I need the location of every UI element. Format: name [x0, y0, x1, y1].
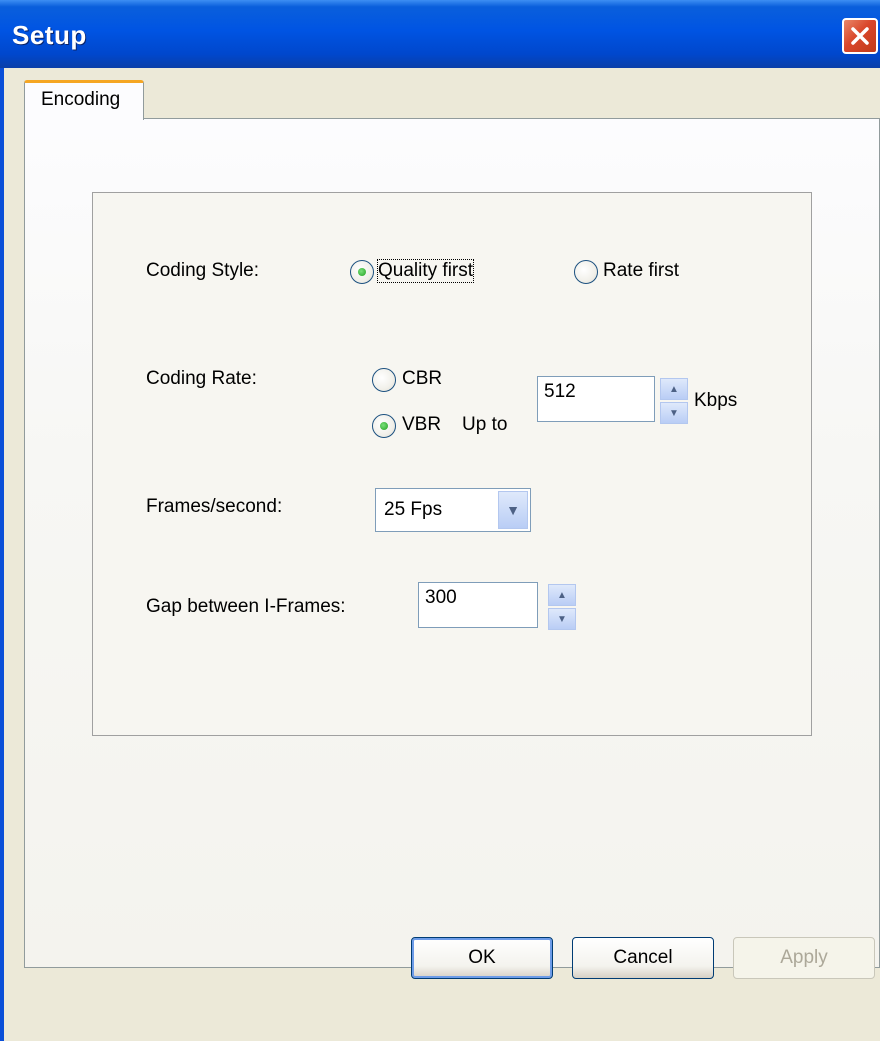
gap-input[interactable]: 300 — [418, 582, 538, 628]
chevron-down-icon: ▼ — [506, 502, 520, 518]
coding-style-label: Coding Style: — [146, 260, 259, 282]
radio-rate-first-label[interactable]: Rate first — [603, 260, 679, 282]
up-to-label: Up to — [462, 414, 508, 435]
radio-vbr-label[interactable]: VBR — [402, 414, 441, 436]
tab-label: Encoding — [41, 89, 121, 110]
chevron-down-icon[interactable]: ▼ — [548, 608, 576, 630]
dropdown-button[interactable]: ▼ — [498, 491, 528, 529]
gap-spinner[interactable]: ▲ ▼ — [548, 584, 576, 630]
radio-vbr[interactable] — [372, 414, 396, 438]
coding-rate-label: Coding Rate: — [146, 368, 257, 389]
close-button[interactable] — [842, 18, 878, 54]
radio-quality-first-label[interactable]: Quality first — [376, 259, 475, 283]
cancel-button[interactable]: Cancel — [572, 937, 714, 979]
chevron-up-icon[interactable]: ▲ — [660, 378, 688, 400]
bitrate-spinner[interactable]: ▲ ▼ — [660, 378, 688, 424]
coding-style-label-text: Coding Style: — [146, 260, 260, 281]
bitrate-input[interactable]: 512 — [537, 376, 655, 422]
radio-cbr[interactable] — [372, 368, 396, 392]
frames-label: Frames/second: — [146, 496, 283, 517]
frames-select[interactable]: 25 Fps ▼ — [375, 488, 531, 532]
apply-button[interactable]: Apply — [733, 937, 875, 979]
frames-select-value: 25 Fps — [384, 499, 443, 520]
gap-label: Gap between I-Frames: — [146, 596, 346, 617]
ok-button[interactable]: OK — [411, 937, 553, 979]
tab-encoding[interactable]: Encoding — [24, 80, 144, 120]
chevron-up-icon[interactable]: ▲ — [548, 584, 576, 606]
window-title: Setup — [12, 20, 87, 50]
radio-quality-first[interactable] — [350, 260, 374, 284]
radio-cbr-label[interactable]: CBR — [402, 368, 442, 390]
radio-rate-first[interactable] — [574, 260, 598, 284]
title-bar: Setup — [0, 0, 880, 68]
close-icon — [851, 27, 869, 45]
bitrate-unit: Kbps — [694, 390, 738, 411]
chevron-down-icon[interactable]: ▼ — [660, 402, 688, 424]
